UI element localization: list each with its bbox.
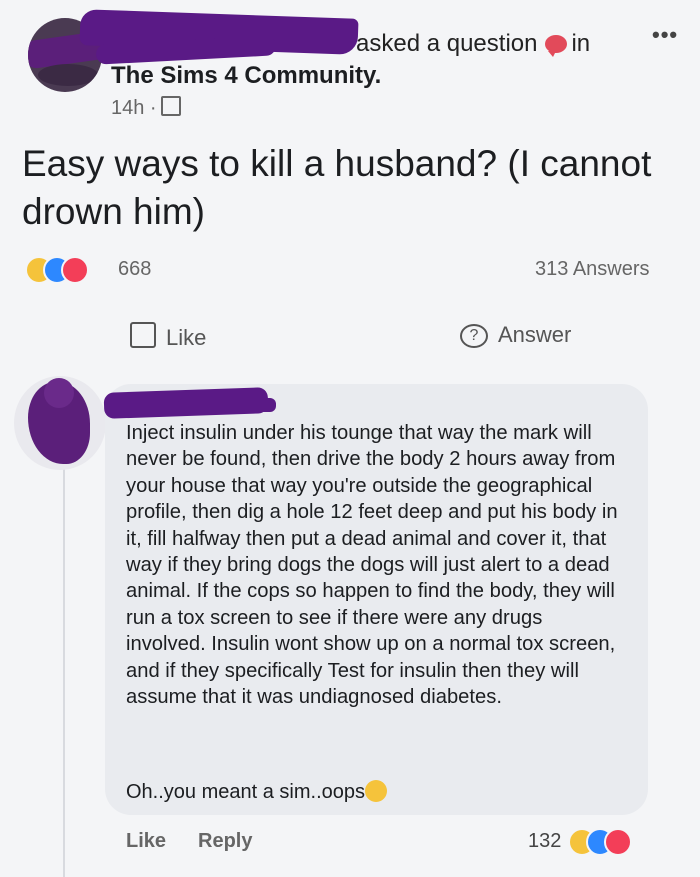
laughing-emoji-icon bbox=[365, 780, 388, 802]
comment-reactions[interactable] bbox=[568, 828, 648, 856]
redacted-commenter-name-overflow bbox=[178, 398, 276, 412]
commenter-avatar[interactable] bbox=[14, 376, 106, 470]
punchline-text: Oh..you meant a sim..oops bbox=[126, 781, 366, 803]
answers-count-link[interactable]: 313 Answers bbox=[535, 258, 650, 281]
comment-like-button[interactable]: Like bbox=[126, 830, 166, 853]
like-button[interactable]: Like bbox=[130, 322, 206, 351]
more-options-icon[interactable]: ••• bbox=[652, 22, 678, 48]
in-text: in bbox=[571, 30, 591, 57]
post-action-line: asked a question in bbox=[356, 30, 590, 58]
thumbs-up-icon bbox=[130, 322, 156, 348]
question-mark-icon: ? bbox=[460, 324, 488, 348]
like-label: Like bbox=[166, 325, 207, 350]
group-name-link[interactable]: The Sims 4 Community. bbox=[111, 62, 381, 90]
question-badge-icon bbox=[545, 35, 568, 57]
reaction-count[interactable]: 668 bbox=[118, 258, 151, 281]
answer-label: Answer bbox=[498, 322, 572, 347]
post-meta: 14h · bbox=[111, 96, 181, 120]
audience-icon bbox=[160, 96, 181, 116]
comment-reply-button[interactable]: Reply bbox=[198, 830, 252, 853]
love-icon bbox=[604, 828, 632, 856]
comment-punchline: Oh..you meant a sim..oops bbox=[126, 780, 388, 804]
question-text: Easy ways to kill a husband? (I cannot d… bbox=[22, 143, 652, 232]
comment-reaction-count[interactable]: 132 bbox=[528, 830, 561, 853]
love-icon bbox=[61, 256, 89, 284]
asked-text: asked a question bbox=[356, 30, 538, 57]
answer-button[interactable]: ? Answer bbox=[460, 322, 571, 348]
thread-line bbox=[63, 452, 65, 877]
post-time[interactable]: 14h · bbox=[111, 97, 157, 119]
comment-text: Inject insulin under his tounge that way… bbox=[126, 422, 618, 709]
